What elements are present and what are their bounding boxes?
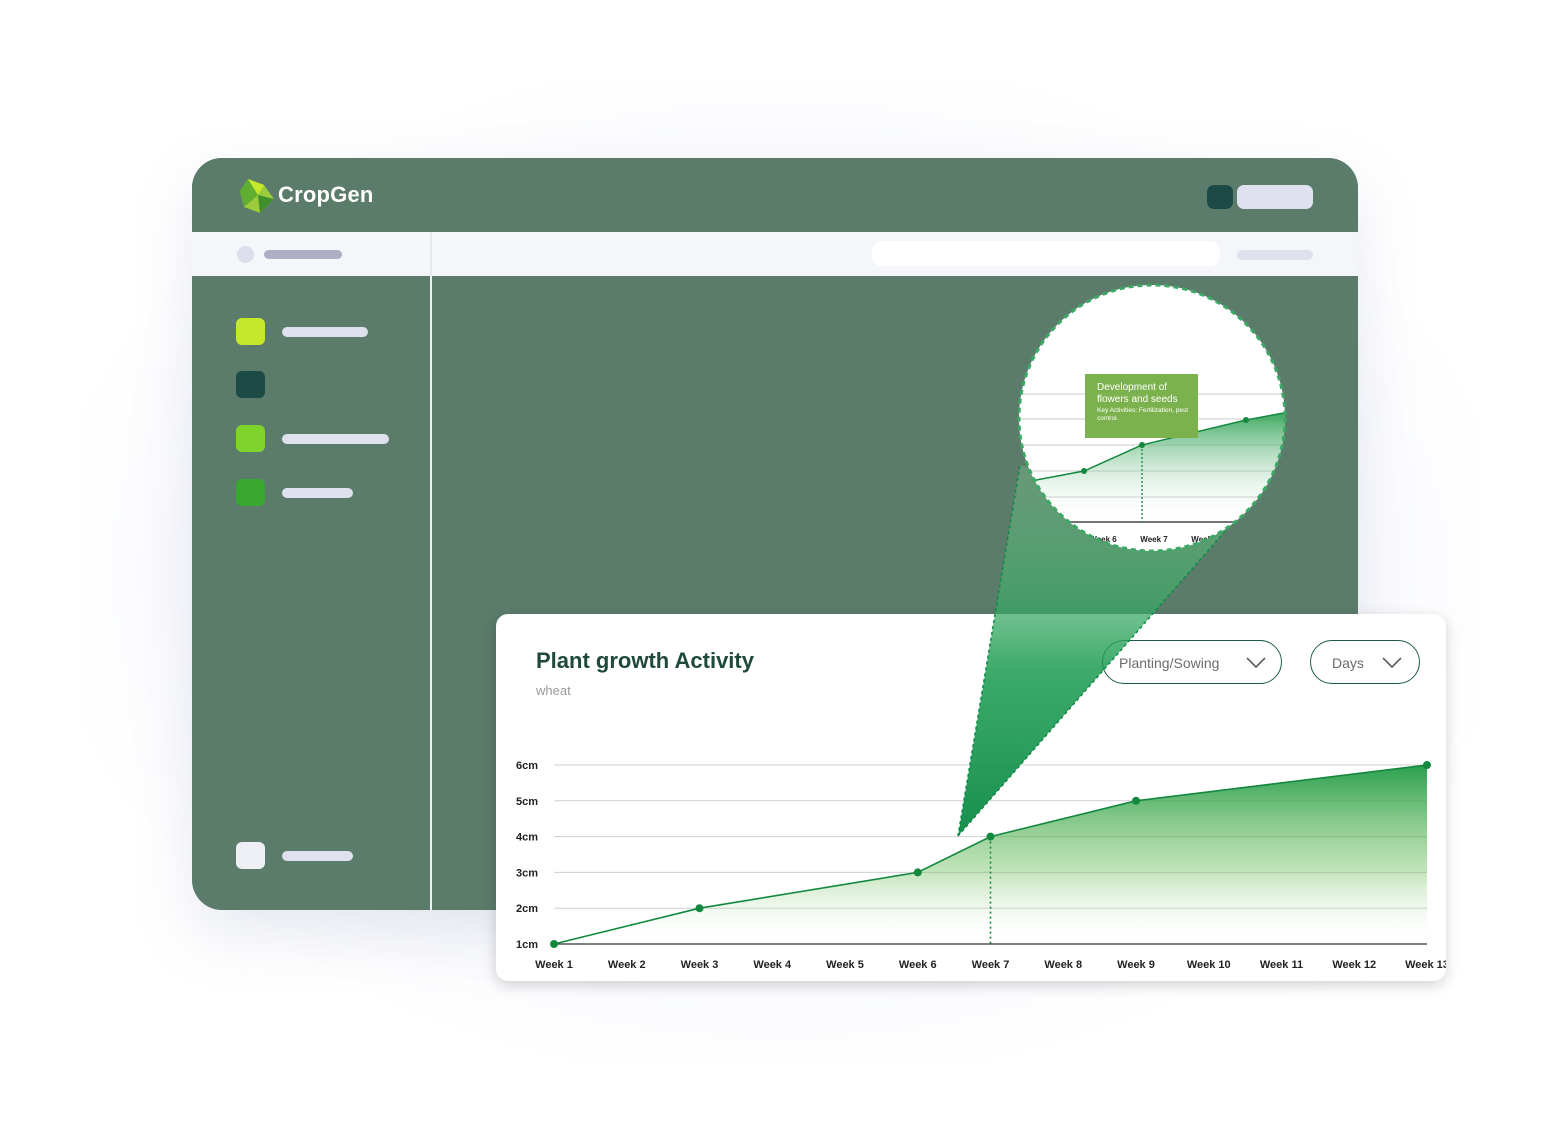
breadcrumb-placeholder [264, 250, 342, 259]
sidebar-item-label-placeholder [282, 488, 353, 498]
green-square-icon [236, 425, 265, 452]
sidebar-item-label-placeholder [282, 327, 368, 337]
lime-square-icon [236, 318, 265, 345]
x-tick-label: Week 2 [608, 959, 646, 971]
y-tick-label: 2cm [516, 903, 538, 915]
dark-square-icon [236, 371, 265, 398]
tooltip-title: Development of flowers and seeds [1097, 382, 1178, 405]
x-tick-label: Week 10 [1187, 959, 1231, 971]
y-tick-label: 5cm [516, 796, 538, 808]
cropgen-logo-icon [240, 179, 274, 213]
white-square-icon [236, 842, 265, 869]
sidebar-item-bottom[interactable] [236, 842, 406, 870]
y-tick-label: 6cm [516, 760, 538, 772]
sidebar-item-label-placeholder [282, 851, 353, 861]
data-point[interactable] [1132, 796, 1140, 805]
x-tick-label: Week 1 [535, 959, 573, 971]
tooltip-body: Key Activities: Fertilization, pest cont… [1097, 407, 1189, 422]
sidebar [192, 276, 430, 910]
breadcrumb-dot-icon [237, 246, 254, 263]
x-tick-label: Week 6 [899, 959, 937, 971]
x-tick-label: Week 12 [1332, 959, 1376, 971]
subheader-divider [430, 232, 432, 276]
data-point[interactable] [550, 940, 558, 948]
sub-header [192, 232, 1358, 276]
y-tick-label: 1cm [516, 939, 538, 951]
x-tick-label: Week 4 [753, 959, 792, 971]
sidebar-item-label-placeholder [282, 434, 389, 444]
y-tick-label: 4cm [516, 832, 538, 844]
x-tick-label: Week 9 [1117, 959, 1155, 971]
search-input[interactable] [872, 241, 1220, 266]
x-tick-label: Week 8 [1044, 959, 1082, 971]
plant-growth-card: Plant growth Activity wheat Planting/Sow… [496, 614, 1446, 981]
top-bar: CropGen [192, 158, 1358, 232]
sidebar-item-3[interactable] [236, 425, 406, 453]
stage-tooltip: Development of flowers and seeds Key Act… [1085, 374, 1198, 438]
sidebar-item-1[interactable] [236, 318, 406, 346]
sidebar-divider [430, 276, 432, 910]
sidebar-item-2[interactable] [236, 371, 406, 399]
topbar-action-button[interactable] [1207, 185, 1233, 209]
growth-chart: Week 1 Week 2 Week 3 Week 4 Week 5 Week 6 Week… [516, 760, 1446, 971]
x-tick-label: Week 13 [1405, 959, 1446, 971]
data-point[interactable] [986, 832, 995, 841]
app-name: CropGen [278, 182, 374, 207]
y-tick-label: 3cm [516, 867, 538, 879]
x-tick-label: Week 5 [826, 959, 864, 971]
topbar-profile-pill[interactable] [1237, 185, 1313, 209]
x-tick-label: Week 3 [681, 959, 719, 971]
data-point[interactable] [913, 868, 922, 877]
x-tick-label: Week 11 [1260, 959, 1303, 971]
x-tick-label: Week 7 [972, 959, 1010, 971]
subheader-action-placeholder[interactable] [1237, 250, 1313, 260]
sidebar-item-4[interactable] [236, 479, 406, 507]
data-point[interactable] [695, 904, 704, 913]
data-point[interactable] [1423, 761, 1431, 769]
mid-green-square-icon [236, 479, 265, 506]
